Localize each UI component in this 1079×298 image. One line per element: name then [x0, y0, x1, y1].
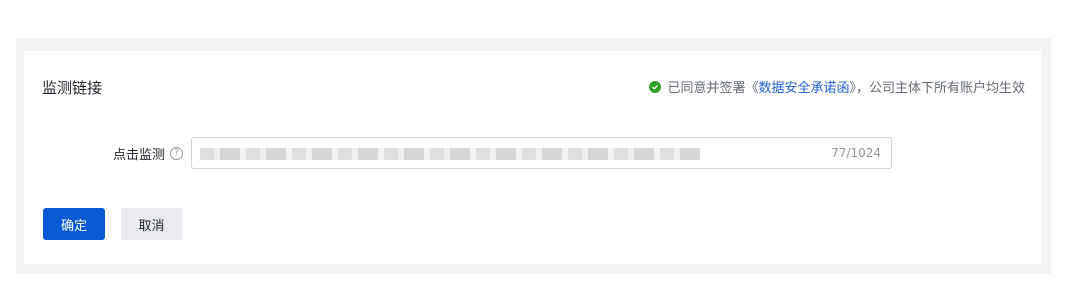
security-commitment-link[interactable]: 数据安全承诺函 [758, 77, 849, 96]
click-monitor-label: 点击监测 [112, 148, 165, 163]
cancel-button[interactable]: 取消 [121, 208, 182, 240]
click-monitor-label-wrap: 点击监测 ? [113, 144, 183, 163]
click-monitor-row: 点击监测 ? 77/1024 [24, 137, 1041, 169]
redacted-url-value [200, 148, 700, 160]
section-title: 监测链接 [42, 79, 103, 97]
panel-background: 监测链接 已同意并签署《 数据安全承诺函 》，公司主体下所有账户均生效 点击监测… [16, 38, 1051, 274]
notice-prefix: 已同意并签署《 [667, 81, 759, 96]
check-circle-icon [649, 80, 662, 93]
confirm-button[interactable]: 确定 [43, 208, 105, 240]
question-circle-icon[interactable]: ? [170, 147, 183, 160]
click-monitor-input[interactable]: 77/1024 [191, 137, 892, 169]
char-count: 77/1024 [831, 146, 881, 160]
agreement-notice: 已同意并签署《 数据安全承诺函 》，公司主体下所有账户均生效 [649, 77, 1025, 96]
notice-suffix: 》，公司主体下所有账户均生效 [849, 81, 1025, 96]
monitor-link-card: 监测链接 已同意并签署《 数据安全承诺函 》，公司主体下所有账户均生效 点击监测… [24, 51, 1041, 264]
